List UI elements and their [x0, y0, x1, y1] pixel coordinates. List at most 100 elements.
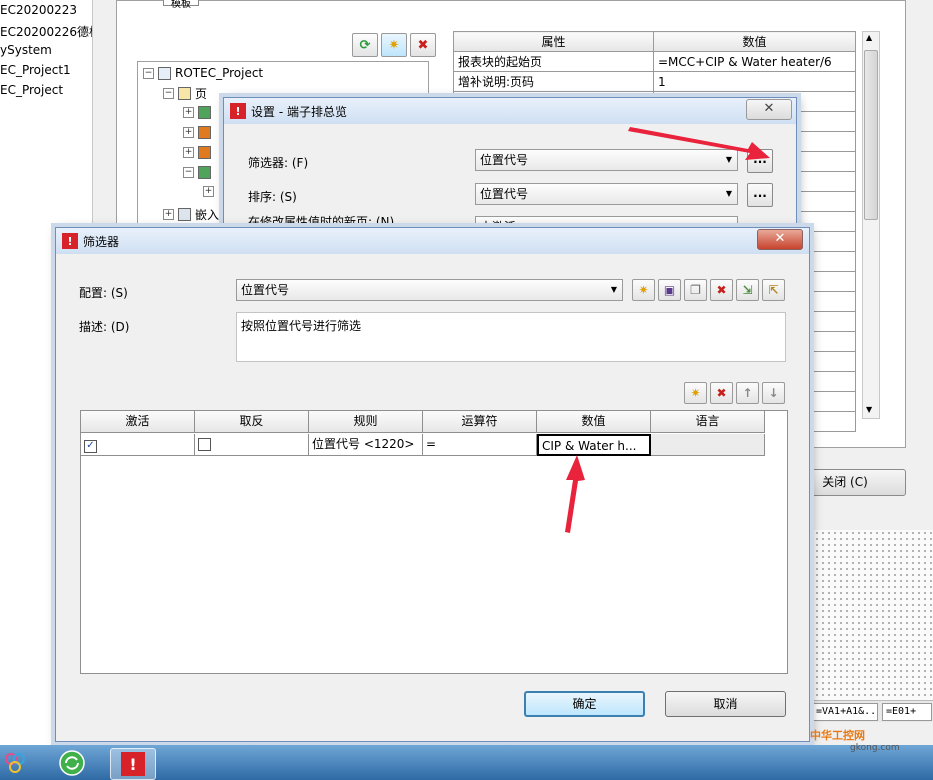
page-orange-icon — [198, 126, 211, 139]
scrollbar-thumb[interactable] — [864, 50, 878, 220]
new-config-icon[interactable]: ✷ — [632, 279, 655, 301]
start-orb-icon — [5, 753, 25, 773]
description-field[interactable]: 按照位置代号进行筛选 — [236, 312, 786, 362]
status-cell: =E01+ — [882, 703, 932, 721]
tree-toolbar: ⟳ ✷ ✖ — [352, 33, 436, 57]
drawing-canvas — [814, 530, 933, 700]
invert-checkbox[interactable] — [198, 438, 211, 451]
sort-select[interactable]: 位置代号 ▼ — [475, 183, 738, 205]
delete-rule-icon[interactable]: ✖ — [710, 382, 733, 404]
operator-cell[interactable]: = — [423, 434, 537, 456]
column-header-rule[interactable]: 规则 — [309, 411, 423, 433]
column-header-language[interactable]: 语言 — [651, 411, 765, 433]
filter-ellipsis-button[interactable]: ... — [747, 149, 773, 173]
column-header-value[interactable]: 数值 — [537, 411, 651, 433]
value-cell[interactable]: CIP & Water h... — [537, 434, 651, 456]
green-refresh-icon — [59, 750, 85, 776]
settings-titlebar: ! 设置 - 端子排总览 ✕ — [224, 98, 796, 124]
project-list-item[interactable]: EC20200226德标 — [0, 23, 101, 40]
filter-label: 筛选器: (F) — [248, 156, 309, 170]
delete-icon[interactable]: ✖ — [710, 279, 733, 301]
invert-cell — [195, 434, 309, 456]
embedded-icon — [178, 208, 191, 221]
refresh-icon[interactable]: ⟳ — [352, 33, 378, 57]
column-header-invert[interactable]: 取反 — [195, 411, 309, 433]
chevron-down-icon: ▼ — [725, 189, 732, 198]
collapse-icon[interactable]: − — [143, 67, 154, 79]
active-checkbox[interactable]: ✓ — [84, 440, 97, 453]
move-down-icon[interactable]: ↓ — [762, 382, 785, 404]
settings-title: 设置 - 端子排总览 — [251, 104, 347, 119]
tree-node-embedded[interactable]: + 嵌入 — [163, 206, 219, 223]
new-icon[interactable]: ✷ — [381, 33, 407, 57]
ok-button[interactable]: 确定 — [524, 691, 645, 717]
property-name-cell: 增补说明:页码 — [453, 71, 654, 92]
filter-select[interactable]: 位置代号 ▼ — [475, 149, 738, 171]
tree-node[interactable]: + — [203, 186, 214, 197]
tree-node[interactable]: + — [183, 106, 211, 119]
close-icon[interactable]: ✕ — [746, 99, 792, 120]
project-icon — [158, 66, 171, 80]
project-list-item[interactable]: EC_Project — [0, 83, 63, 97]
sort-ellipsis-button[interactable]: ... — [747, 183, 773, 207]
tree-node-root[interactable]: − ROTEC_Project — [143, 66, 263, 80]
status-bar: =VA1+A1&... =E01+ — [810, 700, 933, 722]
chevron-down-icon: ▼ — [725, 155, 732, 164]
column-header-value[interactable]: 数值 — [653, 31, 856, 52]
app-warning-icon: ! — [62, 233, 78, 249]
close-icon[interactable]: ✕ — [757, 229, 803, 250]
config-label: 配置: (S) — [79, 286, 128, 300]
sort-label: 排序: (S) — [248, 190, 297, 204]
desc-label: 描述: (D) — [79, 320, 130, 334]
page-green-icon — [198, 166, 211, 179]
save-icon[interactable]: ▣ — [658, 279, 681, 301]
project-list-item[interactable]: EC20200223 — [0, 3, 77, 17]
expand-icon[interactable]: + — [183, 107, 194, 118]
tree-node[interactable]: + — [183, 146, 211, 159]
tab-template[interactable]: 模板 — [163, 0, 199, 10]
table-row[interactable]: 报表块的起始页 =MCC+CIP & Water heater/6 — [453, 51, 856, 72]
column-header-operator[interactable]: 运算符 — [423, 411, 537, 433]
page-orange-icon — [198, 146, 211, 159]
rule-grid: 激活 取反 规则 运算符 数值 语言 ✓ 位置代号 <1220> = CIP &… — [80, 410, 788, 674]
table-row: ✓ — [81, 434, 195, 456]
tree-node[interactable]: − — [183, 166, 211, 179]
table-row[interactable]: 增补说明:页码 1 — [453, 71, 856, 92]
project-list-item[interactable]: EC_Project1 — [0, 63, 71, 77]
language-cell[interactable] — [651, 434, 765, 456]
start-icon[interactable] — [0, 748, 30, 778]
cancel-button[interactable]: 取消 — [665, 691, 786, 717]
column-header-property[interactable]: 属性 — [453, 31, 654, 52]
browser-icon[interactable] — [50, 748, 94, 778]
expand-icon[interactable]: + — [203, 186, 214, 197]
expand-icon[interactable]: + — [183, 147, 194, 158]
move-up-icon[interactable]: ↑ — [736, 382, 759, 404]
tree-node-pages[interactable]: − 页 — [163, 85, 207, 102]
taskbar: ! — [0, 745, 933, 780]
scroll-up-icon[interactable]: ▲ — [866, 33, 872, 42]
import-icon[interactable]: ⇲ — [736, 279, 759, 301]
eplan-taskbar-icon[interactable]: ! — [110, 748, 156, 780]
filter-dialog: ! 筛选器 ✕ 配置: (S) 位置代号 ▼ ✷ ▣ ❐ ✖ ⇲ ⇱ 描述: (… — [55, 227, 810, 742]
settings-dialog: ! 设置 - 端子排总览 ✕ 筛选器: (F) 位置代号 ▼ ... 排序: (… — [223, 97, 797, 237]
watermark-url: gkong.com — [850, 743, 900, 753]
collapse-icon[interactable]: − — [183, 167, 194, 178]
property-value-cell[interactable]: =MCC+CIP & Water heater/6 — [653, 51, 856, 72]
rule-cell[interactable]: 位置代号 <1220> — [309, 434, 423, 456]
scroll-down-icon[interactable]: ▼ — [866, 405, 872, 414]
column-header-active[interactable]: 激活 — [81, 411, 195, 433]
tree-node[interactable]: + — [183, 126, 211, 139]
copy-icon[interactable]: ❐ — [684, 279, 707, 301]
add-rule-icon[interactable]: ✷ — [684, 382, 707, 404]
app-warning-icon: ! — [121, 752, 145, 776]
status-cell: =VA1+A1&... — [812, 703, 878, 721]
property-value-cell[interactable]: 1 — [653, 71, 856, 92]
collapse-icon[interactable]: − — [163, 88, 174, 99]
page-green-icon — [198, 106, 211, 119]
delete-icon[interactable]: ✖ — [410, 33, 436, 57]
expand-icon[interactable]: + — [183, 127, 194, 138]
expand-icon[interactable]: + — [163, 209, 174, 220]
export-icon[interactable]: ⇱ — [762, 279, 785, 301]
config-select[interactable]: 位置代号 ▼ — [236, 279, 623, 301]
project-list-item[interactable]: ySystem — [0, 43, 52, 57]
